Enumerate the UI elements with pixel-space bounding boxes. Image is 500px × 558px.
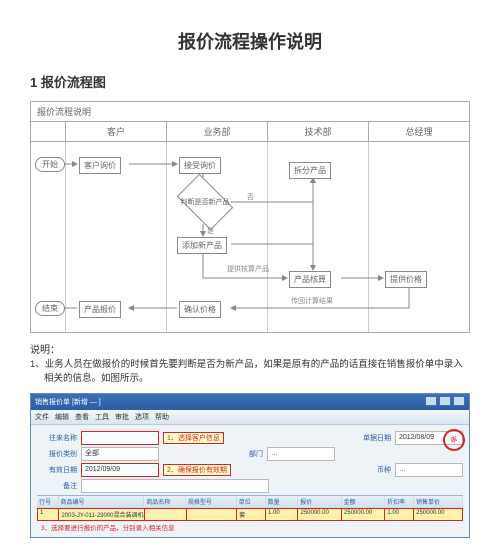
col-spec[interactable]: 规格型号 (186, 496, 237, 508)
cell-rownum[interactable]: 1 (37, 508, 59, 521)
edge-provide-cost: 提供核算产品 (227, 264, 269, 274)
menu-help[interactable]: 帮助 (155, 412, 169, 422)
valid-date-input[interactable]: 2012/09/09 (81, 463, 159, 477)
cell-name[interactable] (145, 508, 187, 521)
label-quote-type: 报价类别 (37, 449, 77, 459)
form-area: 审 往来名称 1、选择客户信息 单据日期 2012/08/09 报价类别 全部 … (31, 425, 469, 537)
customer-input[interactable] (81, 431, 159, 445)
node-cost: 产品核算 (289, 271, 331, 288)
menu-approve[interactable]: 审批 (115, 412, 129, 422)
maximize-icon[interactable] (439, 396, 451, 406)
label-valid-date: 有效日期 (37, 465, 77, 475)
callout-3: 3、选择要进行报价的产品，分别录入相关信息 (37, 521, 463, 533)
section-heading-1: 1 报价流程图 (30, 72, 470, 91)
menu-file[interactable]: 文件 (35, 412, 49, 422)
col-quote[interactable]: 报价 (298, 496, 342, 508)
node-split: 拆分产品 (289, 162, 331, 179)
node-confirm-price: 确认价格 (179, 301, 221, 318)
lane-tech: 技术部 (267, 122, 368, 141)
cell-qty[interactable]: 1.00 (266, 508, 298, 521)
menu-options[interactable]: 选项 (135, 412, 149, 422)
node-customer-inquiry: 客户询价 (79, 157, 121, 174)
menubar[interactable]: 文件 编辑 查看 工具 审批 选项 帮助 (31, 410, 469, 425)
col-price[interactable]: 销售单价 (414, 496, 463, 508)
close-icon[interactable] (453, 396, 465, 406)
cell-quote[interactable]: 250000.00 (298, 508, 341, 521)
page-title: 报价流程操作说明 (30, 28, 470, 54)
swimlane-header: 客户 业务部 技术部 总经理 (31, 122, 469, 142)
app-window: 销售报价单 [新增 — ] 文件 编辑 查看 工具 审批 选项 帮助 审 往来名… (30, 393, 470, 538)
cell-unit[interactable]: 套 (237, 508, 266, 521)
lane-gm: 总经理 (368, 122, 469, 141)
col-rownum[interactable]: 行号 (37, 496, 59, 508)
label-doc-date: 单据日期 (351, 433, 391, 443)
lane-customer: 客户 (66, 122, 166, 141)
data-grid: 行号 商品编号 商品名称 规格型号 单位 数量 报价 金额 折扣率 销售单价 1… (37, 495, 463, 533)
label-currency: 币种 (351, 465, 391, 475)
label-remark: 备注 (37, 481, 77, 491)
lane-business: 业务部 (166, 122, 267, 141)
node-receive-inquiry: 接受询价 (179, 157, 221, 174)
grid-header: 行号 商品编号 商品名称 规格型号 单位 数量 报价 金额 折扣率 销售单价 (37, 496, 463, 508)
cell-code[interactable]: 2003-JY-011-23000混合装调机GG (59, 508, 144, 521)
menu-edit[interactable]: 编辑 (55, 412, 69, 422)
callout-1: 1、选择客户信息 (163, 432, 224, 444)
flowchart-title: 报价流程说明 (31, 102, 469, 122)
swimlane-body: 开始 客户询价 接受询价 判断是否新产品 拆分产品 添加新产品 产品核算 提供价… (31, 142, 469, 332)
menu-view[interactable]: 查看 (75, 412, 89, 422)
end-node: 结束 (35, 301, 65, 316)
start-node: 开始 (35, 157, 65, 172)
col-qty[interactable]: 数量 (266, 496, 299, 508)
note-1: 1、业务人员在做报价的时候首先要判断是否为新产品，如果是原有的产品的话直接在销售… (30, 358, 470, 387)
window-title: 销售报价单 [新增 — ] (35, 397, 101, 407)
edge-return-calc: 传回计算结果 (291, 296, 333, 306)
window-titlebar: 销售报价单 [新增 — ] (31, 394, 469, 410)
col-discount[interactable]: 折扣率 (385, 496, 414, 508)
col-unit[interactable]: 单位 (237, 496, 266, 508)
menu-tools[interactable]: 工具 (95, 412, 109, 422)
node-add-new: 添加新产品 (177, 237, 227, 254)
label-dept: 部门 (223, 449, 263, 459)
dept-input[interactable]: … (267, 447, 335, 461)
cell-discount[interactable]: 1.00 (385, 508, 414, 521)
node-provide-price: 提供价格 (385, 271, 427, 288)
col-name[interactable]: 商品名称 (144, 496, 186, 508)
cell-amount[interactable]: 250000.00 (342, 508, 385, 521)
quote-type-input[interactable]: 全部 (81, 447, 159, 461)
cell-spec[interactable] (187, 508, 238, 521)
col-code[interactable]: 商品编号 (59, 496, 145, 508)
callout-2: 2、确保报价有效期 (163, 464, 231, 476)
notes-label: 说明： (30, 341, 470, 356)
flowchart-container: 报价流程说明 客户 业务部 技术部 总经理 (30, 101, 470, 333)
currency-input[interactable]: … (395, 463, 463, 477)
col-amount[interactable]: 金额 (342, 496, 386, 508)
edge-no: 否 (247, 192, 254, 202)
label-customer: 往来名称 (37, 433, 77, 443)
window-controls[interactable] (423, 396, 465, 408)
edge-yes: 是 (207, 226, 214, 236)
cell-price[interactable]: 250000.00 (414, 508, 463, 521)
minimize-icon[interactable] (425, 396, 437, 406)
node-product-quote: 产品报价 (79, 301, 121, 318)
remark-input[interactable] (81, 479, 269, 493)
table-row[interactable]: 1 2003-JY-011-23000混合装调机GG 套 1.00 250000… (37, 508, 463, 521)
